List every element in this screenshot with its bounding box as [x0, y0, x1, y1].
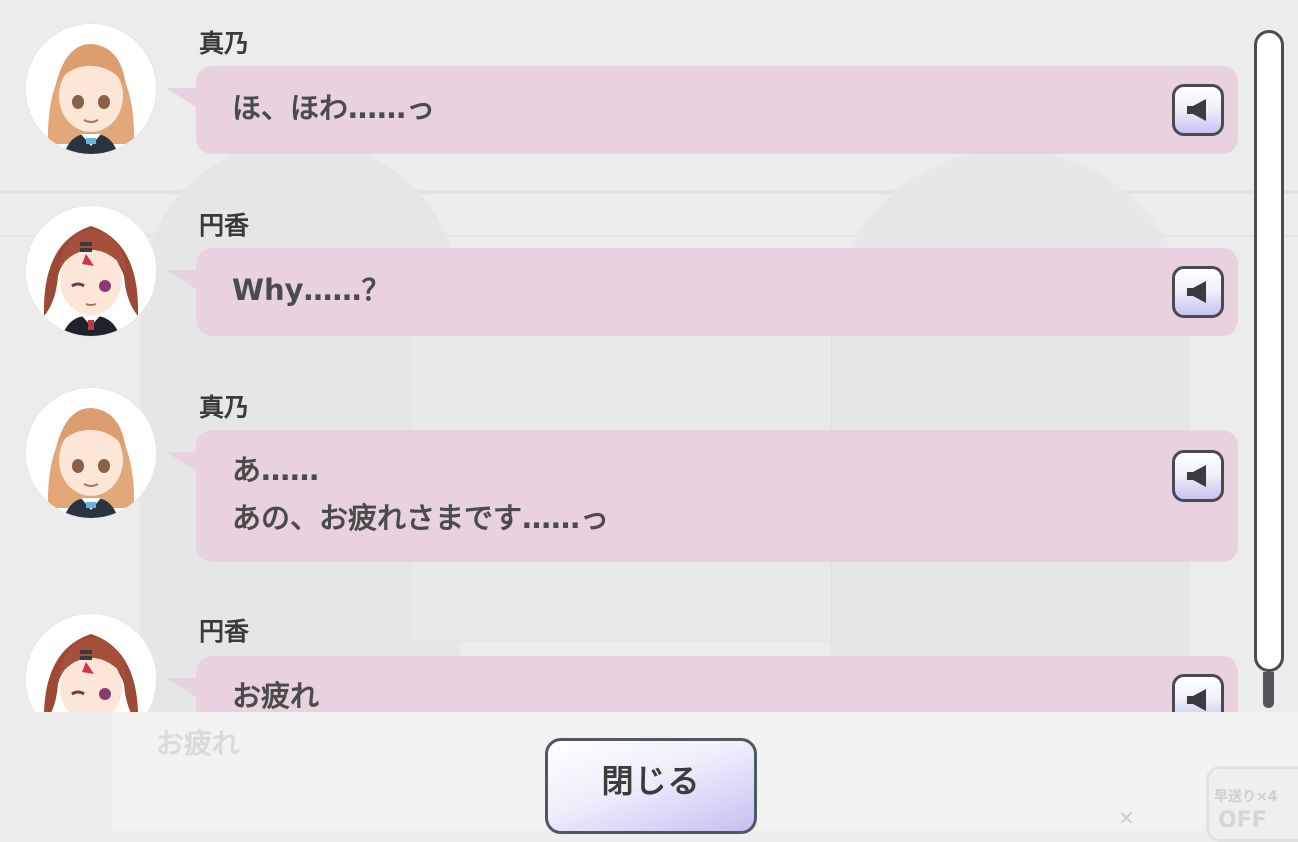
voice-play-button[interactable] — [1172, 266, 1224, 318]
scrollbar-track-end — [1263, 672, 1274, 708]
message-bubble: お疲れ — [166, 656, 1238, 712]
speaker-icon — [1187, 281, 1206, 303]
bubble-tail — [166, 678, 198, 698]
background-skip-state: OFF — [1218, 808, 1267, 833]
message-line: Why……？ — [232, 273, 391, 307]
message-bubble: あ…… あの、お疲れさまです……っ — [166, 430, 1238, 562]
speaker-icon — [1187, 689, 1206, 711]
madoka-avatar-icon — [26, 614, 156, 712]
close-button-label: 閉じる — [601, 762, 701, 800]
background-skip-label: 早送り×4 — [1214, 789, 1278, 805]
message-line: ほ、ほわ……っ — [232, 91, 436, 125]
voice-play-button[interactable] — [1172, 84, 1224, 136]
mano-avatar-icon — [26, 24, 156, 154]
bubble-tail — [166, 88, 198, 108]
voice-play-button[interactable] — [1172, 674, 1224, 712]
speaker-icon — [1187, 99, 1206, 121]
voice-play-button[interactable] — [1172, 450, 1224, 502]
dialogue-log[interactable]: 真乃 ほ、ほわ……っ 円香 Why……？ 真乃 あ…… あの、お疲れさまです……… — [0, 0, 1250, 712]
background-message-text: お疲れ — [156, 727, 241, 760]
bubble-tail — [166, 270, 198, 290]
speaker-name: 真乃 — [199, 393, 250, 422]
bubble-tail — [166, 452, 198, 472]
message-bubble: ほ、ほわ……っ — [166, 66, 1238, 154]
close-button[interactable]: 閉じる — [545, 738, 757, 834]
speaker-name: 真乃 — [199, 29, 250, 58]
message-line: あの、お疲れさまです……っ — [232, 501, 610, 535]
madoka-avatar-icon — [26, 206, 156, 336]
message-line: あ…… — [232, 453, 320, 487]
message-line: お疲れ — [232, 679, 320, 712]
background-close-mark: ✕ — [1118, 806, 1135, 830]
message-bubble: Why……？ — [166, 248, 1238, 336]
speaker-icon — [1187, 465, 1206, 487]
mano-avatar-icon — [26, 388, 156, 518]
scrollbar-thumb[interactable] — [1254, 30, 1284, 672]
speaker-name: 円香 — [199, 617, 250, 646]
speaker-name: 円香 — [199, 211, 250, 240]
